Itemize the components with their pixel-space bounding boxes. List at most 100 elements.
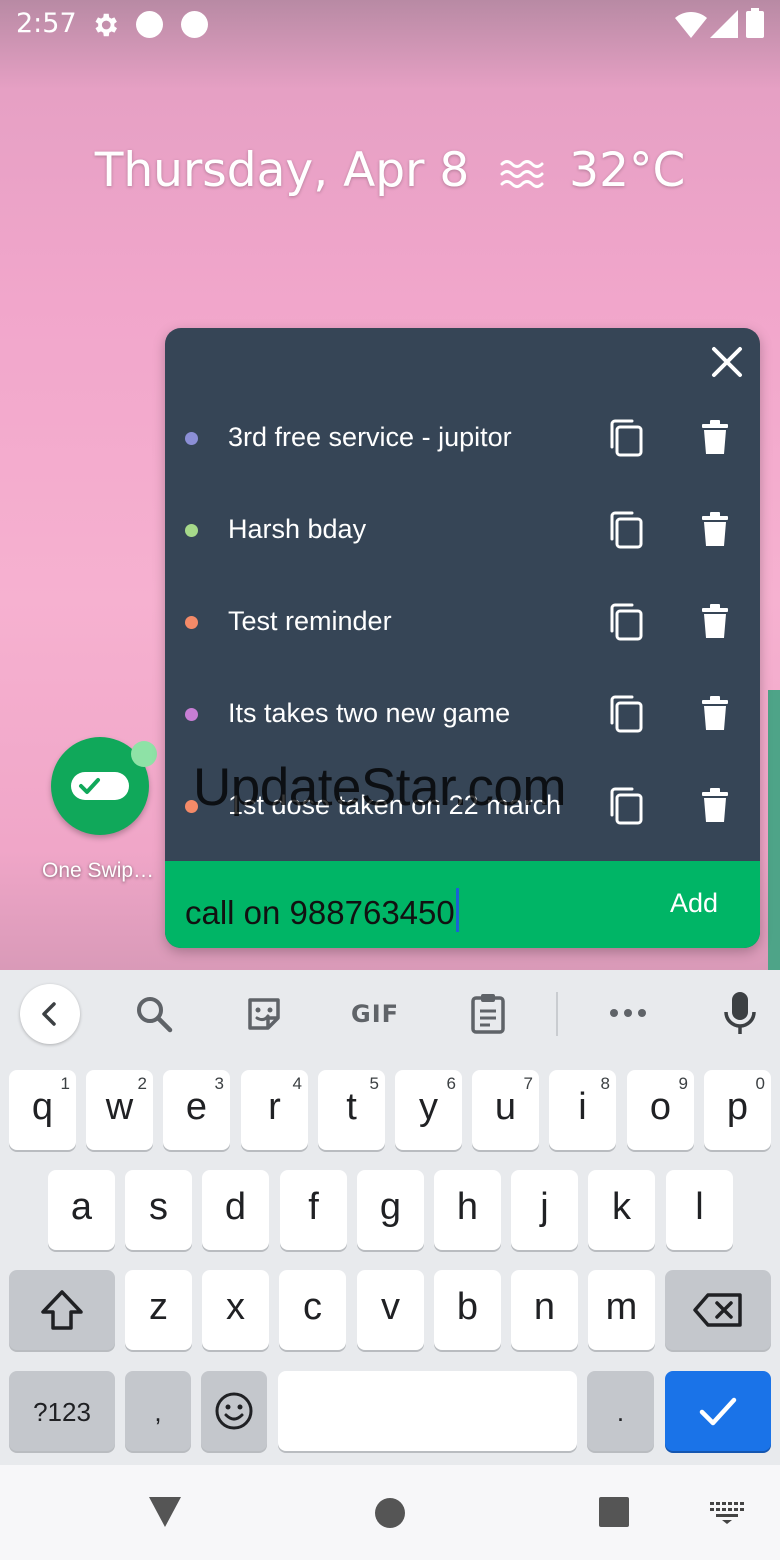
space-key[interactable] (278, 1371, 577, 1451)
clipboard-icon[interactable] (470, 992, 506, 1034)
emoji-key[interactable] (201, 1371, 267, 1451)
key-label: a (70, 1186, 93, 1228)
notification-dot-icon (181, 11, 208, 38)
copy-icon[interactable] (608, 510, 644, 550)
microphone-icon[interactable] (722, 990, 758, 1036)
status-time: 2:57 (16, 8, 77, 39)
note-text: Harsh bday (228, 514, 367, 544)
settings-icon (95, 13, 117, 37)
signal-icon (710, 10, 738, 38)
wifi-icon (675, 12, 707, 38)
key-t[interactable]: t5 (318, 1070, 385, 1150)
note-list-item[interactable]: Harsh bday (165, 490, 760, 570)
key-label: m (605, 1286, 638, 1328)
sticker-icon[interactable] (244, 994, 284, 1034)
app-label: One Swip… (42, 859, 155, 882)
delete-icon[interactable] (701, 788, 729, 824)
key-number-hint: 4 (292, 1074, 302, 1093)
note-list-item[interactable]: Its takes two new game (165, 674, 760, 754)
key-q[interactable]: q1 (9, 1070, 76, 1150)
note-input-bar[interactable]: call on 988763450 Add (165, 861, 760, 948)
check-icon (699, 1397, 737, 1426)
gif-button[interactable]: GIF (351, 1000, 399, 1028)
note-input[interactable]: call on 988763450 (185, 888, 459, 932)
keyboard-switch-icon[interactable] (710, 1502, 744, 1524)
date-weather-line[interactable]: Thursday, Apr 8 32°C (0, 143, 780, 198)
key-i[interactable]: i8 (549, 1070, 616, 1150)
key-z[interactable]: z (125, 1270, 192, 1350)
key-label: g (379, 1186, 402, 1228)
key-x[interactable]: x (202, 1270, 269, 1350)
copy-icon[interactable] (608, 418, 644, 458)
home-circle-icon[interactable] (374, 1497, 406, 1529)
period-key-label: . (616, 1397, 625, 1427)
key-p[interactable]: p0 (704, 1070, 771, 1150)
edge-panel-handle[interactable] (768, 690, 780, 970)
note-list-item[interactable]: 3rd free service - jupitor (165, 398, 760, 478)
key-b[interactable]: b (434, 1270, 501, 1350)
key-w[interactable]: w2 (86, 1070, 153, 1150)
close-icon[interactable] (708, 343, 746, 381)
emoji-icon (215, 1392, 253, 1430)
key-v[interactable]: v (357, 1270, 424, 1350)
key-o[interactable]: o9 (627, 1070, 694, 1150)
key-r[interactable]: r4 (241, 1070, 308, 1150)
delete-icon[interactable] (701, 512, 729, 548)
key-f[interactable]: f (280, 1170, 347, 1250)
copy-icon[interactable] (608, 786, 644, 826)
key-a[interactable]: a (48, 1170, 115, 1250)
period-key[interactable]: . (587, 1371, 654, 1451)
toolbar-back-button[interactable] (20, 984, 80, 1044)
recents-square-icon[interactable] (598, 1497, 630, 1527)
key-y[interactable]: y6 (395, 1070, 462, 1150)
shift-key[interactable] (9, 1270, 115, 1350)
delete-icon[interactable] (701, 696, 729, 732)
key-number-hint: 3 (214, 1074, 224, 1093)
key-d[interactable]: d (202, 1170, 269, 1250)
color-dot (185, 616, 198, 629)
haze-icon (500, 160, 544, 188)
key-n[interactable]: n (511, 1270, 578, 1350)
key-k[interactable]: k (588, 1170, 655, 1250)
key-label: s (149, 1186, 168, 1228)
note-list-item[interactable]: Test reminder (165, 582, 760, 662)
toolbar-divider (556, 992, 558, 1036)
key-label: f (308, 1186, 319, 1228)
key-label: x (226, 1286, 245, 1328)
enter-key[interactable] (665, 1371, 771, 1451)
key-e[interactable]: e3 (163, 1070, 230, 1150)
note-text: Its takes two new game (228, 698, 511, 728)
copy-icon[interactable] (608, 694, 644, 734)
delete-icon[interactable] (701, 604, 729, 640)
comma-key-label: , (154, 1397, 162, 1427)
backspace-key[interactable] (665, 1270, 771, 1350)
key-l[interactable]: l (666, 1170, 733, 1250)
key-j[interactable]: j (511, 1170, 578, 1250)
key-number-hint: 9 (678, 1074, 688, 1093)
delete-icon[interactable] (701, 420, 729, 456)
chevron-left-icon (42, 1002, 56, 1026)
color-dot (185, 524, 198, 537)
key-m[interactable]: m (588, 1270, 655, 1350)
key-s[interactable]: s (125, 1170, 192, 1250)
notification-badge (131, 741, 157, 767)
key-label: n (533, 1286, 556, 1328)
one-swipe-app-icon[interactable] (51, 737, 157, 835)
symbols-key[interactable]: ?123 (9, 1371, 115, 1451)
key-c[interactable]: c (279, 1270, 346, 1350)
text-caret (455, 888, 459, 932)
note-text: 3rd free service - jupitor (228, 422, 512, 452)
toggle-check-icon (71, 772, 129, 800)
copy-icon[interactable] (608, 602, 644, 642)
back-triangle-icon[interactable] (149, 1497, 181, 1527)
more-options-icon[interactable] (608, 1006, 648, 1020)
note-text: Test reminder (228, 606, 392, 636)
status-bar: 2:57 (0, 0, 780, 50)
search-icon[interactable] (134, 994, 174, 1034)
key-h[interactable]: h (434, 1170, 501, 1250)
comma-key[interactable]: , (125, 1371, 191, 1451)
add-button[interactable]: Add (670, 888, 718, 919)
key-g[interactable]: g (357, 1170, 424, 1250)
keyboard-toolbar: GIF (0, 970, 780, 1060)
key-u[interactable]: u7 (472, 1070, 539, 1150)
